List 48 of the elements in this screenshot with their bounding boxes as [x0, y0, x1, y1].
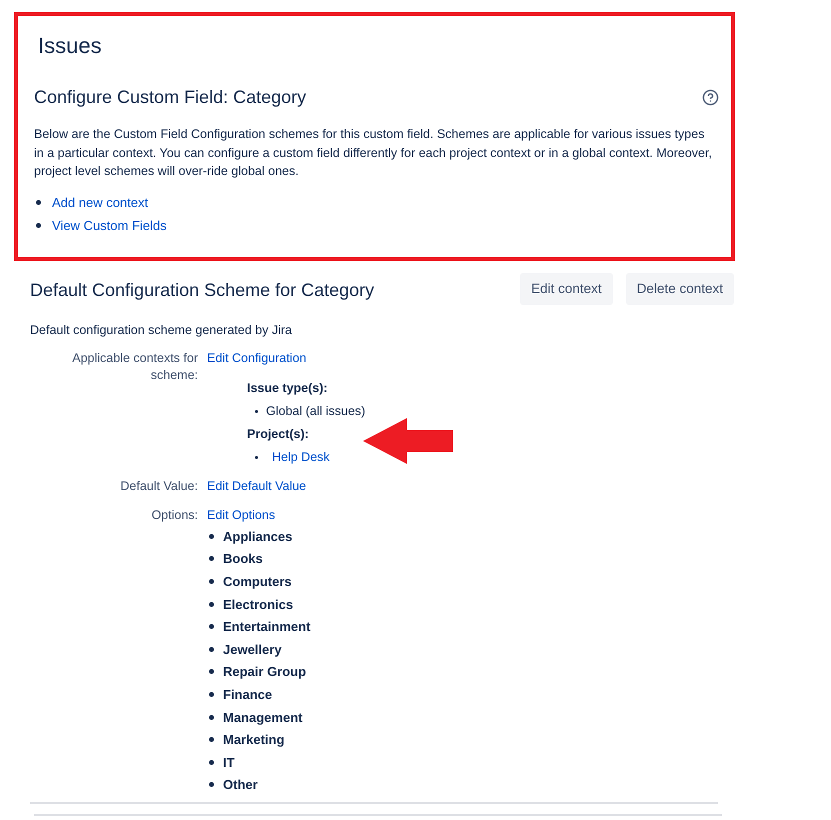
option-item: Management — [223, 708, 302, 726]
bullet-icon — [209, 714, 214, 720]
context-label: Issue type(s): — [247, 380, 328, 397]
scheme-heading: Default Configuration Scheme for Category — [30, 279, 374, 302]
option-item: Entertainment — [223, 618, 310, 636]
bullet-icon — [36, 200, 41, 204]
page-title: Issues — [38, 32, 103, 60]
option-item: Jewellery — [223, 640, 282, 658]
edit-link[interactable]: Edit Configuration — [207, 350, 306, 367]
description-text: Below are the Custom Field Configuration schemes for this custom field. Schemes are applicable for various issues types in a particular context. You can configure a custom field differently for each project context or in a global context. Moreover, project level schemes will over-ride global ones. — [34, 126, 713, 180]
bullet-icon — [255, 410, 258, 413]
option-item: Finance — [223, 686, 272, 703]
bullet-icon — [36, 222, 41, 228]
field-label: Options: — [150, 507, 198, 524]
bullet-icon — [209, 737, 214, 742]
help-icon[interactable] — [702, 89, 719, 106]
bullet-icon — [209, 556, 214, 562]
bullet-icon — [209, 760, 214, 765]
scheme-description: Default configuration scheme generated by Jira — [30, 322, 293, 339]
nav-link[interactable]: Add new context — [52, 192, 148, 212]
option-item: Appliances — [223, 528, 292, 545]
option-item: Books — [223, 550, 263, 568]
context-button[interactable]: Edit context — [520, 273, 613, 305]
bullet-icon — [209, 624, 214, 630]
field-label: Applicable contexts for scheme: — [71, 350, 198, 384]
option-item: Other — [223, 776, 258, 794]
context-button[interactable]: Delete context — [626, 273, 734, 305]
edit-link[interactable]: Edit Default Value — [207, 478, 831, 495]
edit-link[interactable]: Edit Options — [207, 507, 276, 524]
bullet-icon — [209, 646, 214, 652]
option-item: Computers — [223, 572, 292, 590]
bullet-icon — [209, 692, 214, 697]
option-item: Repair Group — [223, 663, 306, 680]
option-item: Electronics — [223, 596, 294, 613]
nav-link[interactable]: View Custom Fields — [52, 216, 167, 234]
bullet-icon — [209, 578, 214, 584]
bullet-icon — [209, 669, 214, 674]
project-link[interactable]: Help Desk — [272, 449, 330, 466]
field-label: Default Value: — [119, 478, 198, 495]
issue-type-item: Global (all issues) — [266, 403, 366, 420]
bullet-icon — [209, 602, 214, 607]
bullet-icon — [209, 534, 214, 539]
context-label: Project(s): — [247, 426, 309, 443]
bullet-icon — [209, 782, 214, 788]
option-item: IT — [223, 754, 235, 771]
section-heading: Configure Custom Field: Category — [34, 86, 306, 109]
bullet-icon — [255, 456, 258, 459]
option-item: Marketing — [223, 731, 284, 748]
